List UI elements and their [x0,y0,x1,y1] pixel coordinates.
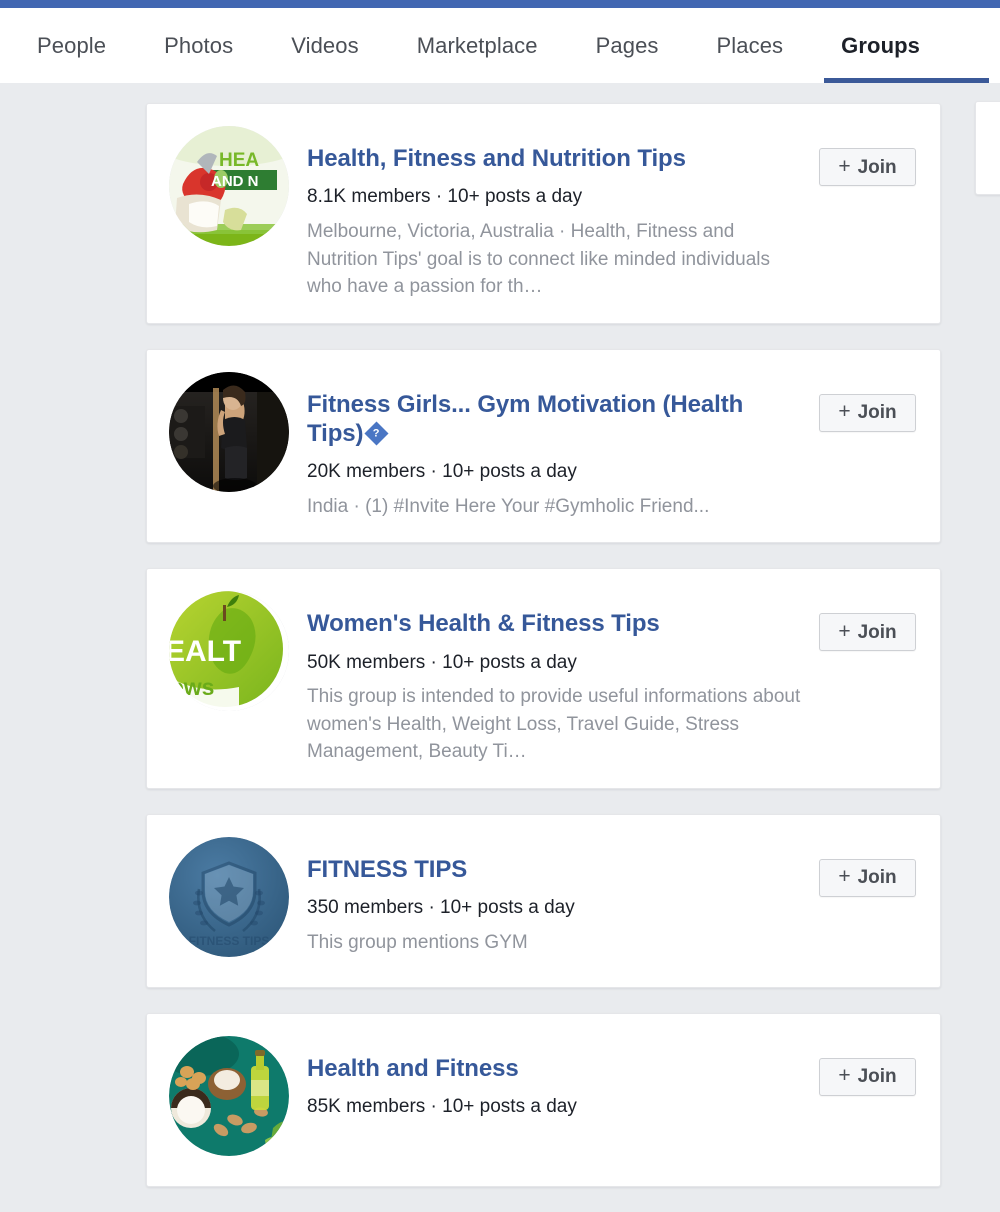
group-description: Melbourne, Victoria, Australia · Health,… [307,220,771,298]
group-meta: 8.1K members · 10+ posts a day [307,186,583,208]
tab-label: People [37,32,107,58]
gym-motivation-avatar[interactable] [169,371,289,492]
group-result-card[interactable]: FITNESS TIPS FITNESS TIPS 350 members · 10… [146,813,941,988]
group-info: Fitness Girls... Gym Motivation (Health … [307,372,809,521]
plus-icon: + [838,1064,851,1088]
group-description: This group is intended to provide useful… [307,686,801,763]
tab-pages[interactable]: Pages [567,8,688,83]
tab-groups[interactable]: Groups [812,8,989,83]
tab-label: Places [716,32,784,58]
group-info: FITNESS TIPS 350 members · 10+ posts a da… [307,837,809,957]
svg-text:AND N: AND N [211,173,259,190]
join-group-button[interactable]: + Join [819,393,916,432]
plus-icon: + [838,865,851,889]
svg-text:HEA: HEA [219,150,259,171]
group-description: India · (1) #Invite Here Your #Gymholic … [307,495,710,517]
plus-icon: + [838,154,851,178]
group-title-line: Women's Health & Fitness Tips [307,609,805,638]
group-info: Health and Fitness 85K members · 10+ post… [307,1036,809,1120]
card-inner: Health and Fitness 85K members · 10+ post… [169,1035,916,1156]
tab-label: Groups [841,32,920,58]
right-rail-partial-card[interactable] [975,101,1000,195]
group-result-card[interactable]: EALT ews Women's Health & Fitness Tips 50K … [146,568,941,789]
group-meta: 20K members · 10+ posts a day [307,461,577,483]
group-meta: 50K members · 10+ posts a day [307,651,577,673]
join-button-label: Join [857,402,897,424]
tab-marketplace[interactable]: Marketplace [388,8,567,83]
tab-videos[interactable]: Videos [262,8,387,83]
health-and-fitness-avatar[interactable] [169,1035,289,1156]
group-result-card[interactable]: Health and Fitness 85K members · 10+ post… [146,1012,941,1187]
join-group-button[interactable]: + Join [819,858,916,897]
card-inner: FITNESS TIPS FITNESS TIPS 350 members · 10… [169,836,916,957]
group-title-line: Health, Fitness and Nutrition Tips [307,144,805,173]
tab-label: Videos [291,32,359,58]
group-meta: 350 members · 10+ posts a day [307,897,575,919]
health-nutrition-avatar[interactable]: HEA AND N [169,126,289,246]
missing-glyph-icon: ? [364,421,389,446]
svg-text:FITNESS TIPS: FITNESS TIPS [189,934,270,948]
search-filter-tabs: People Photos Videos Marketplace Pages Places… [0,8,989,83]
group-title-line: Health and Fitness [307,1054,805,1083]
womens-health-avatar[interactable]: EALT ews [169,591,289,712]
tab-places[interactable]: Places [688,8,813,83]
tab-label: Marketplace [416,32,538,58]
group-title-link[interactable]: Health and Fitness [307,1055,519,1082]
tab-people[interactable]: People [0,8,135,83]
group-result-card[interactable]: Fitness Girls... Gym Motivation (Health … [146,348,941,544]
group-info: Women's Health & Fitness Tips 50K members… [307,591,809,766]
group-result-card[interactable]: HEA AND N Health, Fitness and Nutrition Ti… [146,103,941,324]
join-button-label: Join [857,867,897,889]
missing-glyph-char: ? [372,426,380,439]
group-search-results: HEA AND N Health, Fitness and Nutrition Ti… [146,103,941,1212]
join-group-button[interactable]: + Join [819,613,916,652]
join-button-label: Join [857,156,897,178]
group-title-link[interactable]: Women's Health & Fitness Tips [307,610,660,637]
svg-text:EALT: EALT [169,635,241,668]
plus-icon: + [838,400,851,424]
card-inner: EALT ews Women's Health & Fitness Tips 50K … [169,591,916,766]
svg-text:ews: ews [171,674,214,700]
join-button-label: Join [857,621,897,643]
fitness-tips-crest-avatar[interactable]: FITNESS TIPS [169,836,289,957]
group-info: Health, Fitness and Nutrition Tips 8.1K m… [307,126,809,301]
search-filter-nav-bar: People Photos Videos Marketplace Pages Places… [0,8,1000,83]
group-description: This group mentions GYM [307,931,528,953]
group-title-link[interactable]: Health, Fitness and Nutrition Tips [307,145,686,172]
tab-label: Pages [595,32,659,58]
join-group-button[interactable]: + Join [819,148,916,186]
group-title-line: Fitness Girls... Gym Motivation (Health … [307,390,805,449]
group-title-line: FITNESS TIPS [307,855,805,884]
card-inner: HEA AND N Health, Fitness and Nutrition Ti… [169,126,916,301]
group-title-link[interactable]: FITNESS TIPS [307,856,467,883]
join-group-button[interactable]: + Join [819,1057,916,1096]
tab-photos[interactable]: Photos [135,8,262,83]
tab-label: Photos [164,32,234,58]
card-inner: Fitness Girls... Gym Motivation (Health … [169,371,916,521]
group-meta: 85K members · 10+ posts a day [307,1096,577,1118]
facebook-chrome-bar [0,0,1000,8]
join-button-label: Join [857,1066,897,1088]
plus-icon: + [838,619,851,643]
